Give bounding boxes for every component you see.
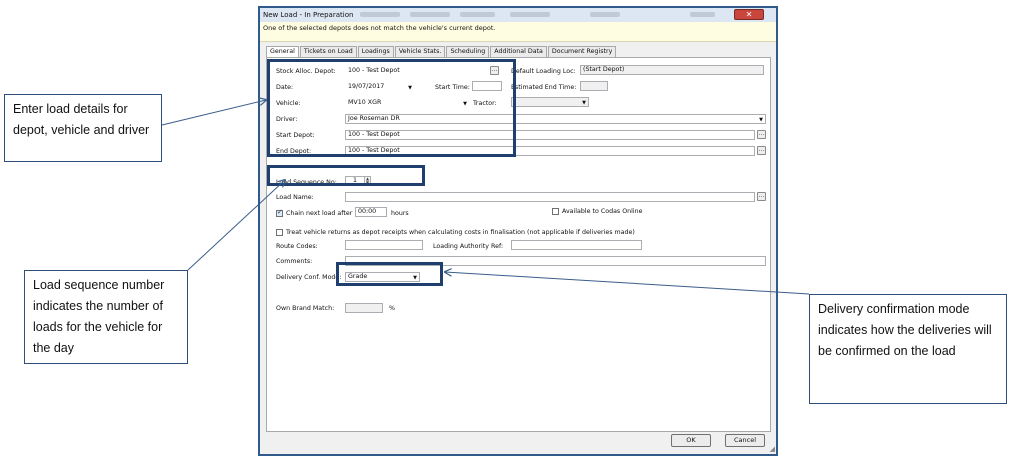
- comments-label: Comments:: [276, 258, 313, 265]
- chevron-down-icon[interactable]: ▼: [759, 116, 763, 123]
- estimated-end-time-label: Estimated End Time:: [511, 84, 577, 91]
- new-load-window: New Load - In Preparation ✕ One of the s…: [258, 6, 778, 456]
- blurred-title-text: [460, 12, 495, 17]
- chevron-down-icon[interactable]: ▼: [413, 274, 417, 281]
- tab-strip: General Tickets on Load Loadings Vehicle…: [266, 46, 617, 57]
- default-loading-loc-label: Default Loading Loc:: [511, 68, 576, 75]
- end-depot-label: End Depot:: [276, 148, 312, 155]
- delivery-conf-mode-select[interactable]: Grade ▼: [345, 272, 420, 282]
- chain-time-field[interactable]: 00:00: [355, 207, 387, 217]
- spinner-arrows-icon[interactable]: ▲ ▼: [364, 176, 371, 186]
- field-value: Grade: [348, 273, 368, 280]
- stock-alloc-depot-label: Stock Alloc. Depot:: [276, 68, 336, 75]
- available-codas-checkbox[interactable]: [552, 208, 559, 215]
- chain-label: Chain next load after: [286, 210, 353, 217]
- tractor-select[interactable]: ▼: [511, 97, 589, 107]
- route-codes-label: Route Codes:: [276, 243, 318, 250]
- load-sequence-label: Load Sequence No:: [276, 179, 337, 186]
- chevron-down-icon[interactable]: ▼: [408, 84, 412, 91]
- field-value: 00:00: [358, 208, 377, 215]
- window-title: New Load - In Preparation: [263, 11, 354, 19]
- arrow-load-details: [161, 100, 266, 126]
- comments-field[interactable]: [345, 256, 766, 266]
- callout-delivery-mode: Delivery confirmation mode indicates how…: [809, 294, 1007, 404]
- load-name-label: Load Name:: [276, 194, 314, 201]
- blurred-title-text: [690, 12, 715, 17]
- field-value: 100 - Test Depot: [348, 131, 400, 138]
- warning-text: One of the selected depots does not matc…: [263, 24, 496, 32]
- tab-document-registry[interactable]: Document Registry: [547, 46, 617, 57]
- start-depot-label: Start Depot:: [276, 132, 315, 139]
- tab-general[interactable]: General: [266, 46, 299, 57]
- chain-next-load-checkbox[interactable]: [276, 208, 283, 217]
- ellipsis-text: ...: [758, 192, 765, 199]
- end-depot-field[interactable]: 100 - Test Depot: [345, 146, 755, 156]
- title-bar[interactable]: New Load - In Preparation ✕: [260, 8, 776, 22]
- callout-text: Enter load details for depot, vehicle an…: [13, 102, 150, 137]
- start-time-label: Start Time:: [435, 84, 470, 91]
- field-value: 100 - Test Depot: [348, 67, 400, 74]
- vehicle-select[interactable]: MV10 XGR ▼: [345, 98, 470, 108]
- default-loading-loc-field: (Start Depot): [580, 65, 764, 75]
- driver-select[interactable]: Joe Roseman DR ▼: [345, 114, 766, 124]
- resize-grip-icon[interactable]: ◢: [770, 445, 775, 453]
- estimated-end-time-field: [580, 81, 608, 91]
- field-value: 1: [352, 177, 357, 184]
- callout-load-details: Enter load details for depot, vehicle an…: [4, 94, 162, 162]
- callout-load-sequence: Load sequence number indicates the numbe…: [24, 270, 188, 364]
- ellipsis-icon[interactable]: ...: [490, 66, 499, 75]
- ellipsis-text: ...: [491, 66, 498, 73]
- own-brand-label: Own Brand Match:: [276, 305, 335, 312]
- driver-label: Driver:: [276, 116, 298, 123]
- treat-returns-label: Treat vehicle returns as depot receipts …: [286, 229, 635, 236]
- start-depot-field[interactable]: 100 - Test Depot: [345, 130, 755, 140]
- tab-vehicle-stats[interactable]: Vehicle Stats.: [394, 46, 446, 57]
- stock-alloc-depot-field[interactable]: 100 - Test Depot: [345, 66, 495, 76]
- ellipsis-icon[interactable]: ...: [757, 130, 766, 139]
- chevron-down-icon[interactable]: ▼: [463, 100, 467, 107]
- own-brand-field: [345, 303, 383, 313]
- warning-banner: One of the selected depots does not matc…: [260, 22, 776, 42]
- date-field[interactable]: 19/07/2017 ▼: [345, 82, 415, 92]
- field-value: 100 - Test Depot: [348, 147, 400, 154]
- ellipsis-icon[interactable]: ...: [757, 192, 766, 201]
- start-time-field[interactable]: [472, 81, 502, 91]
- blurred-title-text: [590, 12, 620, 17]
- load-name-field[interactable]: [345, 192, 755, 202]
- cancel-button[interactable]: Cancel: [725, 434, 765, 447]
- general-panel: Stock Alloc. Depot: 100 - Test Depot ...…: [266, 57, 771, 432]
- ellipsis-icon[interactable]: ...: [757, 146, 766, 155]
- loading-authority-field[interactable]: [511, 240, 642, 250]
- blurred-title-text: [410, 12, 450, 17]
- ok-button[interactable]: OK: [671, 434, 711, 447]
- delivery-conf-mode-label: Delivery Conf. Mode:: [276, 274, 342, 281]
- chevron-down-icon[interactable]: ▼: [582, 99, 586, 106]
- field-value: Joe Roseman DR: [348, 115, 400, 122]
- available-codas-label: Available to Codas Online: [562, 208, 643, 215]
- date-label: Date:: [276, 84, 294, 91]
- tab-tickets-on-load[interactable]: Tickets on Load: [299, 46, 357, 57]
- close-icon[interactable]: ✕: [734, 9, 764, 20]
- field-value: MV10 XGR: [348, 99, 382, 106]
- field-value: (Start Depot): [583, 66, 625, 73]
- tab-scheduling[interactable]: Scheduling: [446, 46, 490, 57]
- percent-label: %: [389, 305, 395, 312]
- ellipsis-text: ...: [758, 146, 765, 153]
- vehicle-label: Vehicle:: [276, 100, 301, 107]
- ellipsis-text: ...: [758, 130, 765, 137]
- route-codes-field[interactable]: [345, 240, 423, 250]
- load-sequence-field[interactable]: 1: [345, 176, 365, 186]
- loading-authority-label: Loading Authority Ref:: [433, 243, 504, 250]
- blurred-title-text: [510, 12, 550, 17]
- field-value: 19/07/2017: [348, 83, 385, 90]
- callout-text: Load sequence number indicates the numbe…: [33, 278, 165, 355]
- tutorial-screenshot: Enter load details for depot, vehicle an…: [0, 0, 1015, 462]
- tab-additional-data[interactable]: Additional Data: [490, 46, 547, 57]
- blurred-title-text: [360, 12, 400, 17]
- tab-loadings[interactable]: Loadings: [357, 46, 394, 57]
- tractor-label: Tractor:: [473, 100, 497, 107]
- hours-label: hours: [391, 210, 409, 217]
- callout-text: Delivery confirmation mode indicates how…: [818, 302, 992, 358]
- treat-returns-checkbox[interactable]: [276, 229, 283, 236]
